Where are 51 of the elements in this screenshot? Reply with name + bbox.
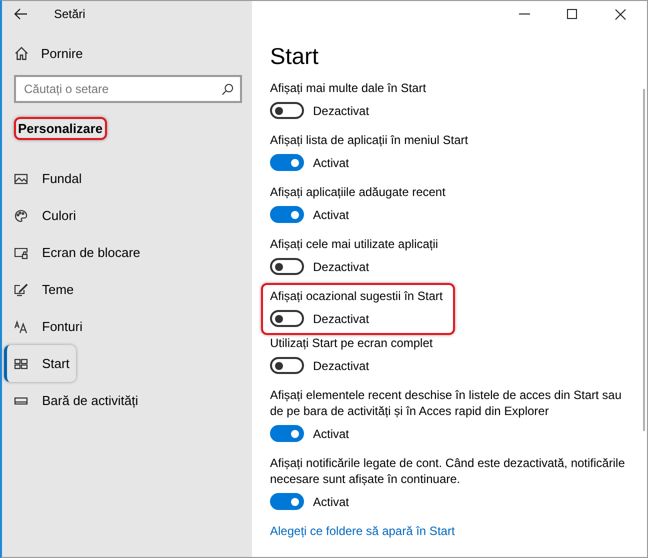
brush-screen-icon	[14, 282, 28, 296]
toggle-state: Dezactivat	[313, 104, 370, 118]
setting-label: Afișați ocazional sugestii în Start	[270, 288, 443, 304]
toggle-state: Dezactivat	[313, 358, 370, 372]
toggle-switch[interactable]	[270, 310, 304, 327]
toggle-switch[interactable]	[270, 102, 304, 119]
setting-label: Afișați mai multe dale în Start	[270, 80, 428, 96]
home-link[interactable]: Pornire	[14, 44, 83, 63]
setting-label: Utilizați Start pe ecran complet	[270, 335, 434, 351]
scrollbar[interactable]	[643, 89, 645, 431]
toggle-state: Activat	[313, 426, 350, 440]
toggle-switch[interactable]	[270, 258, 304, 275]
close-icon	[614, 8, 626, 20]
toggle-switch[interactable]	[270, 154, 304, 171]
window-title: Setări	[54, 7, 86, 21]
toggle-switch[interactable]	[270, 493, 304, 510]
page-title: Start	[270, 43, 320, 70]
section-heading: Personalizare	[14, 117, 107, 140]
image-icon	[14, 172, 28, 186]
folders-link[interactable]: Alegeți ce foldere să apară în Start	[270, 524, 455, 538]
search-field[interactable]: Căutați o setare	[14, 75, 242, 103]
sidebar-item[interactable]: Fundal	[2, 160, 252, 197]
setting-label: Afișați aplicațiile adăugate recent	[270, 184, 446, 200]
maximize-icon	[567, 9, 577, 19]
sidebar-item[interactable]: Bară de activități	[2, 382, 252, 419]
tiles-icon	[14, 356, 28, 370]
setting-label: Afișați elementele recent deschise în listele de acces din Start sau de pe bara de activități și în Acces rapid din Explorer	[270, 387, 623, 419]
sidebar-item[interactable]: Culori	[2, 197, 252, 234]
setting-label: Afișați notificările legate de cont. Când este dezactivată, notificările necesare sunt afișate în continuare.	[270, 455, 626, 487]
toggle-state: Dezactivat	[313, 312, 370, 326]
sidebar-item[interactable]: Start	[4, 345, 76, 382]
toggle-switch[interactable]	[270, 425, 304, 442]
minimize-icon	[518, 13, 530, 15]
toggle-state: Activat	[313, 494, 350, 508]
toggle-state: Activat	[313, 208, 350, 222]
sidebar-item[interactable]: Ecran de blocare	[2, 234, 252, 271]
sidebar-item[interactable]: Fonturi	[2, 308, 252, 345]
home-icon	[14, 46, 29, 61]
setting-label: Afișați cele mai utilizate aplicații	[270, 236, 440, 252]
font-icon	[14, 320, 28, 334]
back-button[interactable]	[12, 6, 30, 22]
locked-screen-icon	[14, 246, 28, 260]
palette-icon	[14, 208, 28, 222]
setting-label: Afișați lista de aplicații în meniul Start	[270, 132, 470, 148]
toggle-state: Activat	[313, 156, 350, 170]
toggle-state: Dezactivat	[313, 260, 370, 274]
sidebar-item[interactable]: Teme	[2, 271, 252, 308]
toggle-switch[interactable]	[270, 357, 304, 374]
toggle-switch[interactable]	[270, 206, 304, 223]
search-icon	[221, 83, 234, 96]
back-arrow-icon	[14, 8, 28, 20]
